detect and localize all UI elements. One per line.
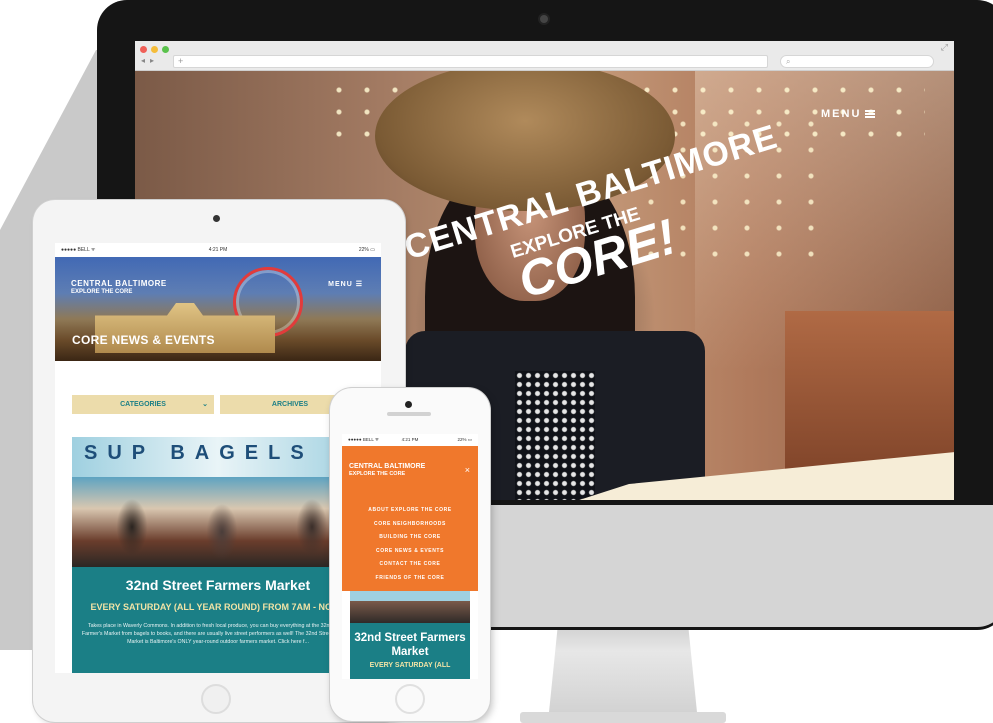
maximize-window-button[interactable] [162, 46, 169, 53]
menu-label: MENU [821, 108, 862, 120]
browser-search-field[interactable]: ⌕ [780, 55, 934, 68]
event-title[interactable]: 32nd Street Farmers Market [350, 631, 470, 659]
event-photo[interactable]: SUP BAGELS [72, 437, 364, 567]
device-mockup-scene: ◂▸ + ⌕ ⤢ MENU CENTRAL BALTIMORE EXPLORE … [0, 0, 993, 723]
archives-label: ARCHIVES [271, 401, 309, 408]
desktop-menu-button[interactable]: MENU [821, 108, 876, 120]
tablet-camera [213, 215, 220, 222]
event-title[interactable]: 32nd Street Farmers Market [72, 577, 364, 593]
battery-indicator: 22% ▭ [457, 437, 472, 442]
phone-home-button [395, 684, 425, 714]
nav-item-about[interactable]: ABOUT EXPLORE THE CORE [342, 504, 478, 518]
battery-indicator: 22% ▭ [358, 247, 375, 253]
hamburger-icon [865, 110, 876, 118]
address-bar[interactable]: + [173, 55, 768, 68]
phone-status-bar: ●●●●● BELL ᯤ 4:21 PM 22% ▭ [342, 434, 478, 446]
nav-item-friends[interactable]: FRIENDS OF THE CORE [342, 572, 478, 586]
close-window-button[interactable] [140, 46, 147, 53]
chevron-down-icon: ⌄ [202, 401, 208, 408]
event-photo[interactable] [350, 591, 470, 623]
status-time: 4:21 PM [208, 247, 228, 253]
tablet-logo[interactable]: CENTRAL BALTIMORE EXPLORE THE CORE [71, 279, 167, 295]
event-card[interactable]: 32nd Street Farmers Market EVERY SATURDA… [72, 567, 364, 673]
tablet-menu-button[interactable]: MENU ☰ [328, 280, 363, 288]
tablet-home-button [201, 684, 231, 714]
nav-item-contact[interactable]: CONTACT THE CORE [342, 558, 478, 572]
market-signs: SUP BAGELS [84, 442, 314, 464]
categories-label: CATEGORIES [120, 401, 166, 408]
imac-stand-base [520, 712, 726, 723]
logo-line-2: EXPLORE THE CORE [71, 289, 133, 295]
phone-logo[interactable]: CENTRAL BALTIMORE EXPLORE THE CORE [349, 463, 425, 477]
event-schedule: EVERY SATURDAY (ALL YEAR ROUND) FROM 7AM… [90, 602, 346, 612]
phone-camera [405, 401, 412, 408]
logo-line-1: CENTRAL BALTIMORE [349, 463, 426, 470]
nav-item-neighborhoods[interactable]: CORE NEIGHBORHOODS [342, 518, 478, 532]
browser-toolbar: ◂▸ + ⌕ ⤢ [135, 41, 954, 71]
phone-screen: ●●●●● BELL ᯤ 4:21 PM 22% ▭ CENTRAL BALTI… [342, 434, 478, 679]
back-forward-icons[interactable]: ◂▸ [141, 56, 159, 65]
imac-camera [540, 15, 548, 23]
nav-item-news-events[interactable]: CORE NEWS & EVENTS [342, 545, 478, 559]
tablet-page-header: CENTRAL BALTIMORE EXPLORE THE CORE MENU … [55, 257, 381, 361]
event-description: Takes place in Waverly Commons. In addit… [81, 623, 355, 645]
tablet-status-bar: ●●●●● BELL ᯤ 4:21 PM 22% ▭ [55, 243, 381, 257]
hero-person-shirt [515, 371, 595, 500]
fullscreen-icon[interactable]: ⤢ [941, 43, 948, 53]
page-title: CORE NEWS & EVENTS [72, 333, 215, 347]
event-card[interactable]: 32nd Street Farmers Market EVERY SATURDA… [350, 623, 470, 679]
nav-item-building[interactable]: BUILDING THE CORE [342, 531, 478, 545]
phone-speaker [387, 412, 431, 416]
categories-dropdown[interactable]: CATEGORIES ⌄ [72, 395, 214, 414]
logo-line-2: EXPLORE THE CORE [349, 471, 406, 477]
logo-line-1: CENTRAL BALTIMORE [71, 279, 167, 288]
close-icon[interactable]: × [465, 465, 470, 475]
market-crowd [92, 477, 352, 567]
event-schedule: EVERY SATURDAY (ALL [369, 662, 451, 669]
mobile-nav-list: ABOUT EXPLORE THE CORE CORE NEIGHBORHOOD… [342, 504, 478, 585]
mobile-nav-menu: CENTRAL BALTIMORE EXPLORE THE CORE × ABO… [342, 446, 478, 591]
minimize-window-button[interactable] [151, 46, 158, 53]
